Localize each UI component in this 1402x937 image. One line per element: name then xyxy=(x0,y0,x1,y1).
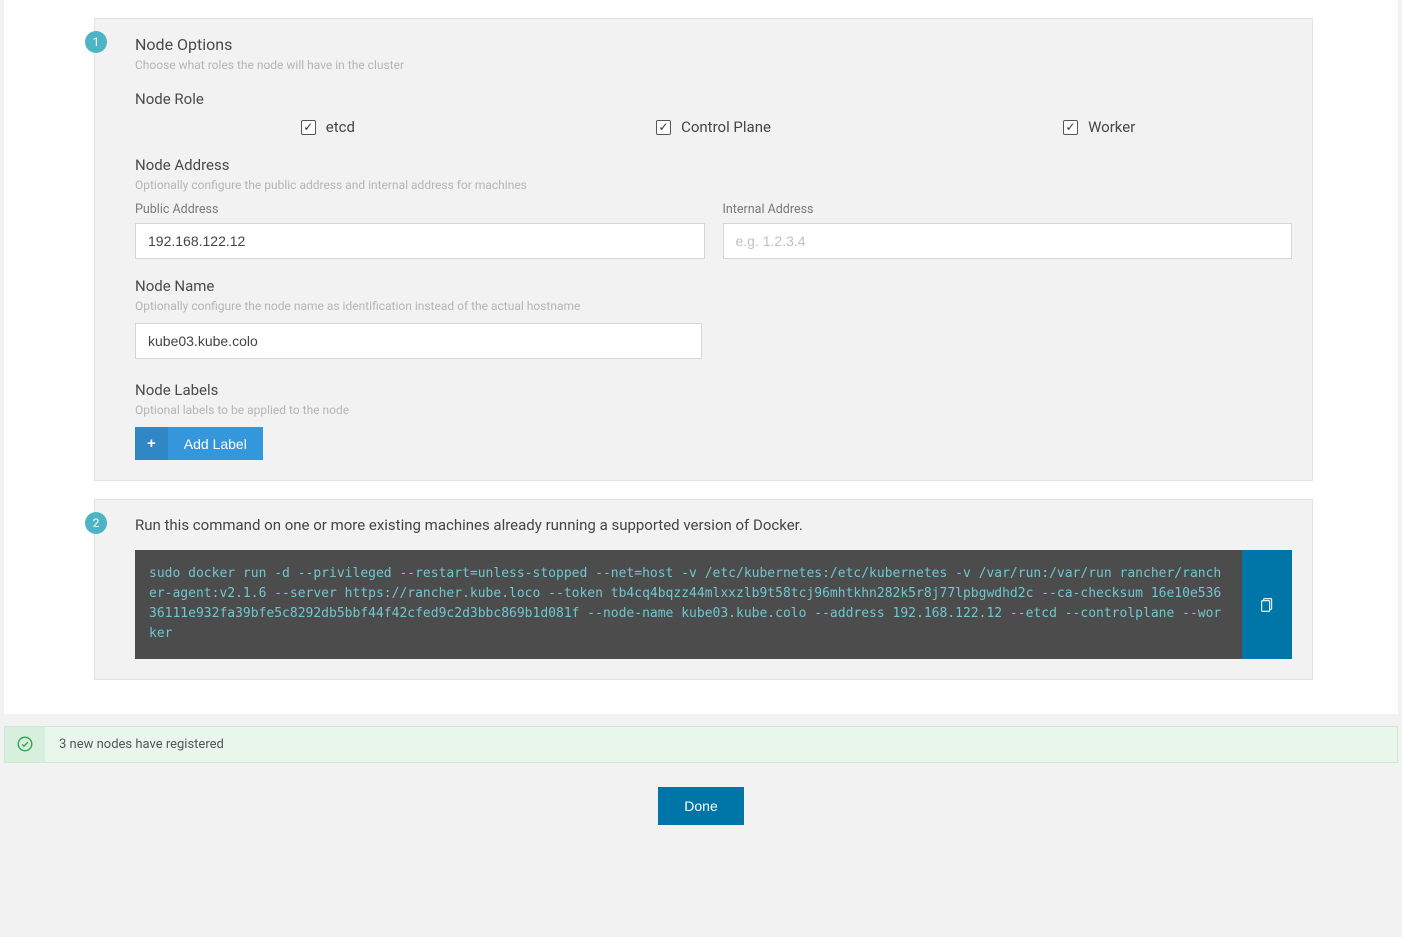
success-notice: 3 new nodes have registered xyxy=(4,726,1398,763)
done-button[interactable]: Done xyxy=(658,787,743,825)
internal-address-label: Internal Address xyxy=(723,202,1293,217)
add-label-button[interactable]: + Add Label xyxy=(135,427,263,460)
public-address-label: Public Address xyxy=(135,202,705,217)
worker-checkbox[interactable]: ✓ xyxy=(1063,120,1078,135)
public-address-input[interactable] xyxy=(135,223,705,259)
node-name-heading: Node Name xyxy=(135,277,1292,295)
notice-text: 3 new nodes have registered xyxy=(45,727,238,762)
node-labels-desc: Optional labels to be applied to the nod… xyxy=(135,403,1292,417)
add-label-text: Add Label xyxy=(168,427,263,460)
etcd-checkbox[interactable]: ✓ xyxy=(301,120,316,135)
check-circle-icon xyxy=(5,727,45,762)
node-labels-heading: Node Labels xyxy=(135,381,1292,399)
node-address-heading: Node Address xyxy=(135,156,1292,174)
copy-button[interactable] xyxy=(1242,550,1292,659)
node-options-panel: 1 Node Options Choose what roles the nod… xyxy=(94,18,1313,481)
node-options-title: Node Options xyxy=(135,35,1292,54)
node-name-input[interactable] xyxy=(135,323,702,359)
control-plane-checkbox[interactable]: ✓ xyxy=(656,120,671,135)
node-name-desc: Optionally configure the node name as id… xyxy=(135,299,1292,313)
run-command-panel: 2 Run this command on one or more existi… xyxy=(94,499,1313,680)
node-address-desc: Optionally configure the public address … xyxy=(135,178,1292,192)
step-badge-2: 2 xyxy=(85,512,107,534)
command-text[interactable]: sudo docker run -d --privileged --restar… xyxy=(135,550,1242,659)
step-badge-1: 1 xyxy=(85,31,107,53)
run-command-desc: Run this command on one or more existing… xyxy=(135,516,1292,534)
clipboard-icon xyxy=(1259,595,1275,613)
node-role-row: ✓ etcd ✓ Control Plane ✓ Worker xyxy=(135,118,1292,136)
control-plane-label: Control Plane xyxy=(681,118,771,136)
node-role-heading: Node Role xyxy=(135,90,1292,108)
internal-address-input[interactable] xyxy=(723,223,1293,259)
etcd-label: etcd xyxy=(326,118,355,136)
plus-icon: + xyxy=(135,427,168,460)
node-options-desc: Choose what roles the node will have in … xyxy=(135,58,1292,72)
worker-label: Worker xyxy=(1088,118,1135,136)
